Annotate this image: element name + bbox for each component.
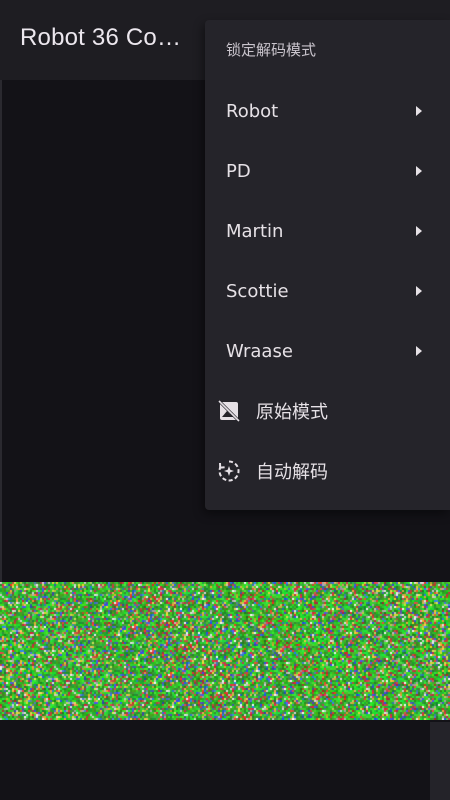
menu-item-label: Martin (226, 220, 284, 242)
menu-item-scottie[interactable]: Scottie (205, 261, 450, 321)
submenu-arrow-icon (416, 166, 422, 176)
scrollbar[interactable] (430, 722, 450, 800)
submenu-arrow-icon (416, 286, 422, 296)
menu-item-label: Wraase (226, 340, 293, 362)
auto-decode-icon (217, 459, 241, 483)
menu-item-label: Robot (226, 100, 279, 122)
submenu-arrow-icon (416, 226, 422, 236)
app-title: Robot 36 Co… (20, 24, 182, 51)
menu-item-label: Scottie (226, 280, 289, 302)
menu-item-label: 原始模式 (256, 402, 328, 423)
submenu-arrow-icon (416, 106, 422, 116)
image-bottom-area (0, 720, 450, 800)
menu-item-wraase[interactable]: Wraase (205, 321, 450, 381)
menu-item-auto-decode[interactable]: 自动解码 (205, 441, 450, 501)
menu-item-label: 自动解码 (256, 462, 328, 483)
menu-item-raw-mode[interactable]: 原始模式 (205, 381, 450, 441)
menu-item-label: PD (226, 160, 251, 182)
decode-mode-menu: 锁定解码模式 Robot PD Martin Scottie Wraase 原始… (205, 20, 450, 510)
menu-item-robot[interactable]: Robot (205, 81, 450, 141)
menu-item-martin[interactable]: Martin (205, 201, 450, 261)
raw-image-icon (217, 399, 241, 423)
submenu-arrow-icon (416, 346, 422, 356)
menu-item-pd[interactable]: PD (205, 141, 450, 201)
menu-header: 锁定解码模式 (226, 41, 317, 59)
decoded-image-noise (0, 582, 450, 720)
